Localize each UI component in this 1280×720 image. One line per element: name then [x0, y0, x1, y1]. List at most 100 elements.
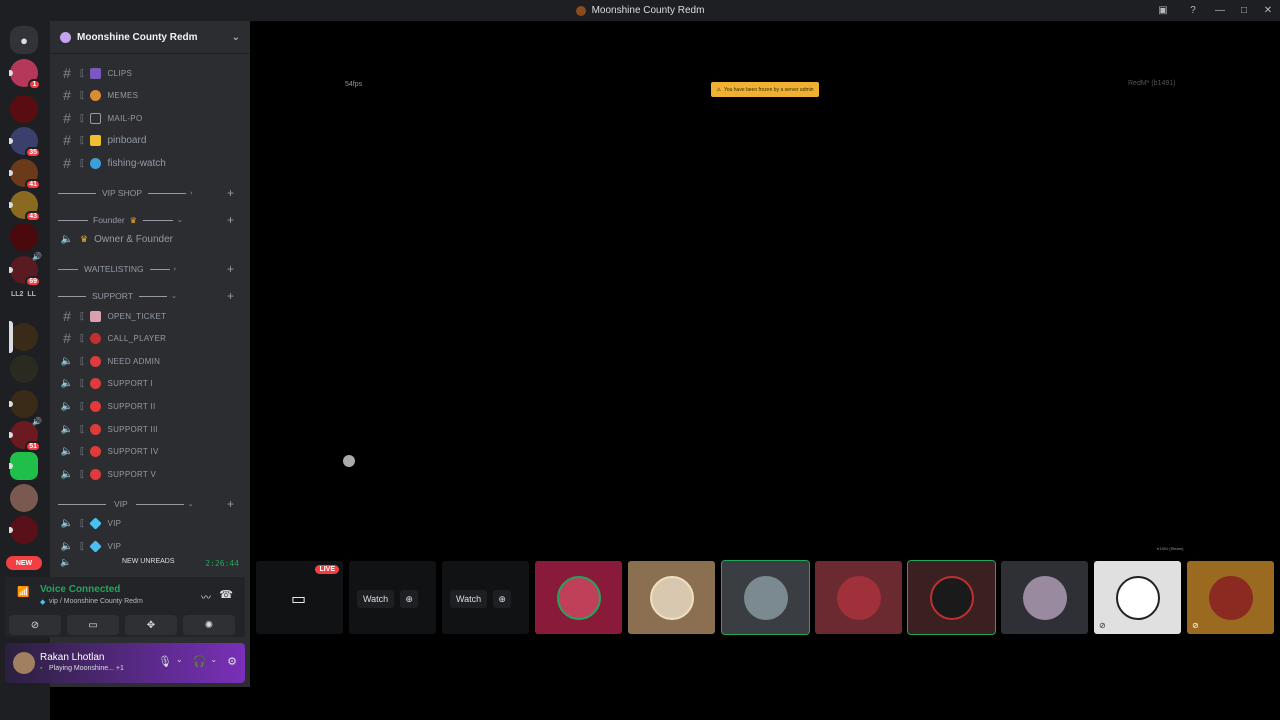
divider	[142, 219, 173, 221]
category-vip[interactable]: VIP ⌄ +	[58, 496, 244, 512]
voice-location[interactable]: vip / Moonshine County Redm	[49, 598, 143, 605]
channel-name: SUPPORT IV	[107, 446, 159, 456]
disconnect-icon[interactable]: ☎	[219, 588, 233, 601]
participant-tile[interactable]	[815, 561, 902, 634]
participant-tile[interactable]	[1001, 561, 1088, 634]
voice-status[interactable]: Voice Connected	[40, 584, 120, 595]
headphones-icon[interactable]: 🎧	[193, 655, 207, 668]
channel-name: SUPPORT III	[107, 424, 159, 434]
minimize-button[interactable]: —	[1208, 0, 1232, 21]
participant-tile[interactable]	[535, 561, 622, 634]
category-founder[interactable]: Founder ♛ ⌄ +	[58, 212, 244, 228]
channel-fishing-watch[interactable]: # ⟦ fishing-watch	[56, 153, 244, 173]
participant-tile-speaking[interactable]	[721, 560, 810, 635]
category-vip-shop[interactable]: VIP SHOP › +	[58, 185, 244, 201]
add-channel-icon[interactable]: +	[227, 262, 234, 276]
no-entry-icon	[90, 377, 102, 389]
activities-button[interactable]: ✥	[125, 615, 177, 635]
server-avatar	[10, 95, 38, 123]
voice-support-2[interactable]: 🔈 ⟦ SUPPORT II	[56, 396, 244, 416]
server-icon[interactable]: 43	[9, 191, 41, 222]
avatar	[1023, 576, 1067, 620]
server-folder[interactable]: LL2 LL	[11, 291, 36, 298]
stream-tile[interactable]: Watch ⊕	[442, 561, 529, 634]
server-icon[interactable]: 35	[9, 127, 41, 158]
server-icon[interactable]: 🔊 51	[9, 417, 42, 452]
add-channel-icon[interactable]: +	[227, 186, 234, 200]
voice-support-3[interactable]: 🔈 ⟦ SUPPORT III	[56, 419, 244, 439]
soundboard-button[interactable]: ✺	[183, 615, 235, 635]
new-unreads-pill[interactable]: NEW	[6, 556, 42, 570]
maximize-button[interactable]: □	[1232, 0, 1256, 21]
noise-suppression-icon[interactable]: 〰	[201, 589, 211, 604]
home-button[interactable]: ●	[10, 26, 38, 54]
add-channel-icon[interactable]: +	[227, 289, 234, 303]
server-icon[interactable]	[10, 484, 38, 512]
text-channel-icon: #	[63, 155, 71, 171]
add-channel-icon[interactable]: +	[227, 497, 234, 511]
category-support[interactable]: SUPPORT ⌄ +	[58, 288, 244, 304]
server-icon[interactable]	[10, 95, 38, 123]
microphone-icon[interactable]: 🎙	[158, 655, 172, 668]
chevron-down-icon: ⌄	[176, 217, 183, 224]
user-panel: Rakan Lhotlan ▪ Playing Moonshine... +1 …	[5, 643, 245, 683]
participant-tile[interactable]: ⊘	[1187, 561, 1274, 634]
server-icon[interactable]: 1	[9, 59, 41, 90]
server-icon[interactable]	[10, 355, 38, 383]
voice-support-5[interactable]: 🔈 ⟦ SUPPORT V	[56, 464, 244, 484]
channel-name: NEED ADMIN	[107, 356, 161, 366]
chevron-down-icon[interactable]: ⌄	[210, 655, 217, 668]
participant-tile[interactable]: ⊘	[1094, 561, 1181, 634]
help-icon[interactable]: ?	[1178, 0, 1208, 21]
speaker-icon: 🔈	[60, 445, 74, 457]
zoom-icon[interactable]: ⊕	[400, 590, 419, 608]
server-icon[interactable]	[9, 516, 38, 544]
channel-call-player[interactable]: # ⟦ CALL_PLAYER	[56, 328, 244, 348]
participant-tile[interactable]	[628, 561, 715, 634]
server-icon[interactable]	[9, 321, 38, 353]
server-icon[interactable]	[9, 452, 38, 480]
new-unreads-banner[interactable]: 🔈 NEW UNREADS 2:26:44	[60, 556, 245, 570]
server-icon[interactable]	[9, 390, 38, 418]
window-title: Moonshine County Redm	[575, 5, 704, 16]
participant-tile-speaking[interactable]	[907, 560, 996, 635]
new-unreads-label: NEW UNREADS	[118, 557, 179, 566]
server-icon[interactable]: 41	[9, 159, 41, 190]
watch-button[interactable]: Watch	[357, 590, 395, 608]
speaker-icon: 🔊	[32, 252, 42, 261]
share-screen-button[interactable]: ▭	[67, 615, 119, 635]
stream-tile-live[interactable]: LIVE ▭	[256, 561, 343, 634]
watch-button[interactable]: Watch	[450, 590, 488, 608]
mention-badge: 51	[25, 441, 41, 452]
channel-clips[interactable]: # ⟦ CLIPS	[56, 63, 244, 83]
username[interactable]: Rakan Lhotlan	[40, 652, 105, 663]
channel-open-ticket[interactable]: # ⟦ OPEN_TICKET	[56, 306, 244, 326]
add-channel-icon[interactable]: +	[227, 213, 234, 227]
camera-off-button[interactable]: ⊘	[9, 615, 61, 635]
close-button[interactable]: ✕	[1256, 0, 1280, 21]
voice-vip-2[interactable]: 🔈 ⟦ VIP	[56, 536, 244, 556]
server-header[interactable]: Moonshine County Redm ⌄	[50, 21, 250, 54]
server-avatar	[10, 223, 38, 251]
bracket-decoration: ⟦	[80, 400, 85, 411]
inbox-icon[interactable]: ▣	[1148, 0, 1178, 21]
voice-channel-owner[interactable]: 🔈 ♛ Owner & Founder	[56, 229, 244, 249]
stream-view[interactable]: 54fps ⚠ You have been frozen by a server…	[250, 21, 1280, 720]
settings-gear-icon[interactable]: ⚙	[227, 655, 237, 668]
server-icon[interactable]: 🔊 69	[9, 252, 42, 287]
zoom-icon[interactable]: ⊕	[493, 590, 512, 608]
category-waitlisting[interactable]: WAITELISTING › +	[58, 261, 244, 277]
channel-memes[interactable]: # ⟦ MEMES	[56, 85, 244, 105]
voice-need-admin[interactable]: 🔈 ⟦ NEED ADMIN	[56, 351, 244, 371]
channel-pinboard[interactable]: # ⟦ pinboard	[56, 130, 244, 150]
avatar	[650, 576, 694, 620]
chevron-down-icon[interactable]: ⌄	[176, 655, 183, 668]
voice-vip-1[interactable]: 🔈 ⟦ VIP	[56, 513, 244, 533]
voice-support-1[interactable]: 🔈 ⟦ SUPPORT I	[56, 373, 244, 393]
bracket-decoration: ⟦	[80, 157, 85, 168]
server-icon[interactable]	[10, 223, 38, 251]
voice-support-4[interactable]: 🔈 ⟦ SUPPORT IV	[56, 441, 244, 461]
channel-mail-po[interactable]: # ⟦ MAIL-PO	[56, 108, 244, 128]
avatar[interactable]	[13, 652, 35, 674]
stream-tile[interactable]: Watch ⊕	[349, 561, 436, 634]
